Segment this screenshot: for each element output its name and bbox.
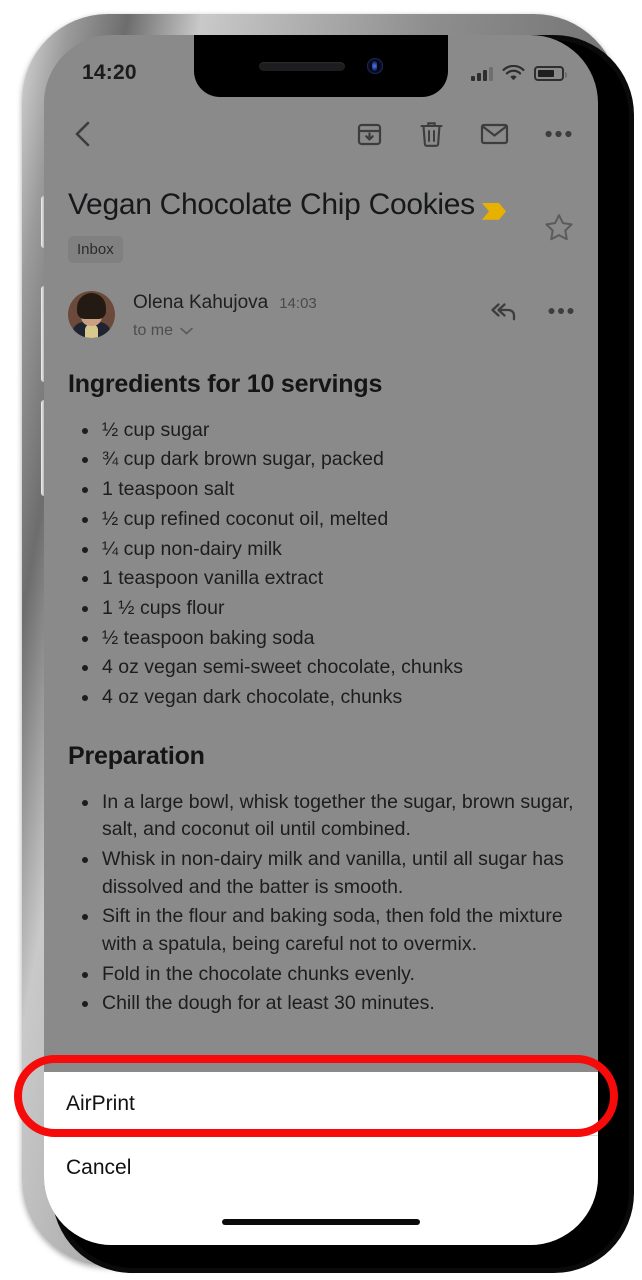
action-sheet-item-cancel[interactable]: Cancel xyxy=(44,1136,598,1199)
display-notch xyxy=(194,35,448,97)
preparation-list-item: In a large bowl, whisk together the suga… xyxy=(82,789,574,844)
cellular-signal-icon xyxy=(471,66,493,81)
preparation-list-item: Chill the dough for at least 30 minutes. xyxy=(82,990,574,1018)
sender-meta: Olena Kahujova 14:03 to me xyxy=(133,291,488,340)
page-title: Vegan Chocolate Chip Cookies xyxy=(68,187,530,224)
ingredient-list-item: 1 ½ cups flour xyxy=(82,595,574,623)
ingredient-list-item: ¾ cup dark brown sugar, packed xyxy=(82,446,574,474)
more-options-icon[interactable] xyxy=(545,130,572,138)
avatar[interactable] xyxy=(68,290,115,338)
home-indicator-area xyxy=(44,1199,598,1245)
recipients-text: to me xyxy=(133,321,174,339)
message-actions xyxy=(488,291,574,324)
star-button[interactable] xyxy=(530,187,574,242)
phone-screen: 14:20 Vegan Chocolate Chip Cookies Inbox… xyxy=(44,35,598,1245)
sender-name[interactable]: Olena Kahujova xyxy=(133,292,268,314)
subject-block: Vegan Chocolate Chip Cookies Inbox xyxy=(68,187,530,263)
ingredient-list-item: ½ teaspoon baking soda xyxy=(82,625,574,653)
chevron-down-icon[interactable] xyxy=(180,327,193,335)
mail-toolbar-actions xyxy=(356,120,572,148)
status-bar-indicators xyxy=(471,64,567,82)
subject-text: Vegan Chocolate Chip Cookies xyxy=(68,188,475,221)
mail-toolbar xyxy=(44,105,598,163)
front-camera-icon xyxy=(367,58,383,74)
home-indicator[interactable] xyxy=(222,1219,420,1225)
preparation-heading: Preparation xyxy=(68,741,205,770)
recipients-row[interactable]: to me xyxy=(133,322,488,340)
screenshot-stage: 14:20 Vegan Chocolate Chip Cookies Inbox… xyxy=(0,0,642,1280)
preparation-list: In a large bowl, whisk together the suga… xyxy=(68,789,574,1019)
ingredient-list-item: 1 teaspoon salt xyxy=(82,476,574,504)
ingredient-list-item: 4 oz vegan semi-sweet chocolate, chunks xyxy=(82,654,574,682)
envelope-icon[interactable] xyxy=(480,122,509,146)
important-chevron-icon[interactable] xyxy=(481,194,507,229)
back-chevron-icon[interactable] xyxy=(70,119,96,149)
preparation-list-item: Fold in the chocolate chunks evenly. xyxy=(82,961,574,989)
sender-timestamp: 14:03 xyxy=(279,294,317,312)
ingredient-list-item: ½ cup sugar xyxy=(82,417,574,445)
ingredients-heading: Ingredients for 10 servings xyxy=(68,369,383,398)
preparation-list-item: Whisk in non-dairy milk and vanilla, unt… xyxy=(82,846,574,901)
ingredient-list-item: ½ cup refined coconut oil, melted xyxy=(82,506,574,534)
ingredient-list-item: ¼ cup non-dairy milk xyxy=(82,536,574,564)
star-outline-icon[interactable] xyxy=(544,213,574,242)
ingredient-list-item: 1 teaspoon vanilla extract xyxy=(82,565,574,593)
wifi-icon xyxy=(502,64,525,82)
label-chip-inbox[interactable]: Inbox xyxy=(68,235,123,263)
ingredient-list-item: 4 oz vegan dark chocolate, chunks xyxy=(82,684,574,712)
more-options-icon[interactable] xyxy=(548,307,574,315)
action-sheet: AirPrint Cancel xyxy=(44,1072,598,1245)
archive-icon[interactable] xyxy=(356,121,383,148)
trash-icon[interactable] xyxy=(419,120,444,148)
ingredients-list: ½ cup sugar ¾ cup dark brown sugar, packe… xyxy=(68,417,574,712)
earpiece-speaker-icon xyxy=(259,61,345,71)
action-sheet-item-airprint[interactable]: AirPrint xyxy=(44,1072,598,1135)
sender-row: Olena Kahujova 14:03 to me xyxy=(68,290,574,340)
subject-row: Vegan Chocolate Chip Cookies Inbox xyxy=(68,163,574,263)
status-bar-time: 14:20 xyxy=(82,61,137,84)
preparation-list-item: Sift in the flour and baking soda, then … xyxy=(82,903,574,958)
battery-icon xyxy=(534,65,567,81)
reply-all-icon[interactable] xyxy=(488,299,518,324)
sender-line: Olena Kahujova 14:03 xyxy=(133,292,488,314)
